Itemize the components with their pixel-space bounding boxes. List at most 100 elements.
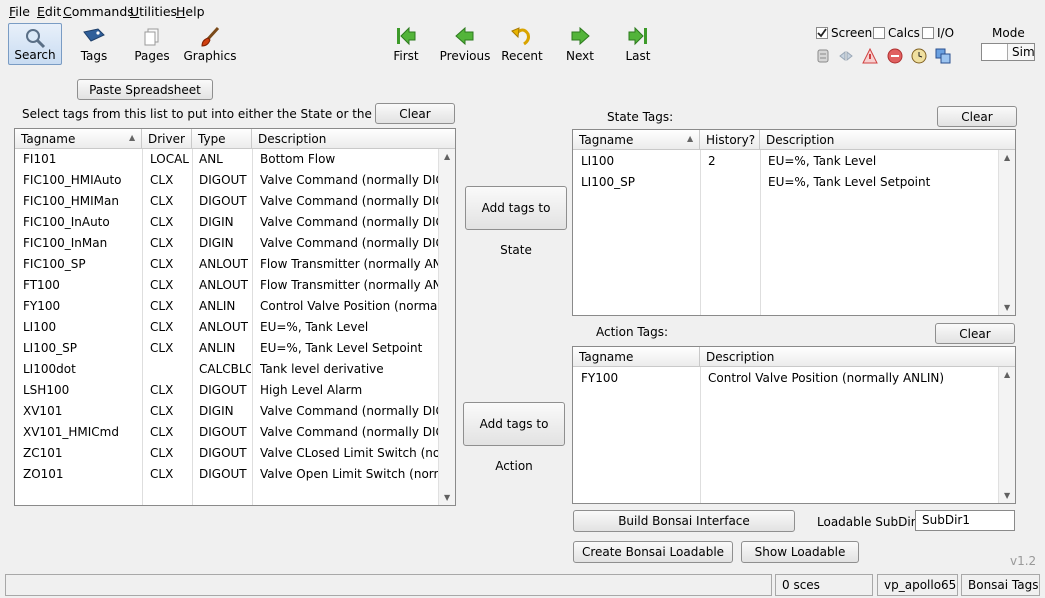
tag-list-cell[interactable]: ZO101 [23, 464, 141, 485]
tag-list-cell: DIGIN [199, 215, 234, 229]
first-button[interactable]: First [387, 23, 425, 65]
pages-icon [144, 28, 159, 46]
tag-list-cell: DIGOUT [199, 446, 247, 460]
tag-list-cell[interactable]: FIC100_HMIMan [23, 191, 141, 212]
tag-list-cell[interactable]: XV101 [23, 401, 141, 422]
state-scroll-up-icon[interactable]: ▲ [1004, 153, 1010, 162]
state-col-tagname[interactable]: Tagname [573, 130, 700, 150]
create-bonsai-loadable-button[interactable]: Create Bonsai Loadable [573, 541, 733, 563]
mode-toggle[interactable]: Sim [981, 43, 1035, 61]
tags-label: Tags [80, 49, 108, 63]
state-tag-cell: EU=%, Tank Level Setpoint [768, 175, 931, 189]
pages-button[interactable]: Pages [128, 23, 176, 65]
tag-list-cell[interactable]: FIC100_InAuto [23, 212, 141, 233]
tag-list-cell[interactable]: FT100 [23, 275, 141, 296]
tag-list-cell[interactable]: LSH100 [23, 380, 141, 401]
stop-icon [887, 48, 903, 64]
clear-action-button[interactable]: Clear [935, 323, 1015, 344]
tag-list-cell: CALCBLO [199, 362, 251, 376]
add-tags-to-state-button[interactable]: Add tags to State [465, 186, 567, 257]
tag-list-cell[interactable]: FY100 [23, 296, 141, 317]
tag-list-cell: ANLIN [199, 341, 236, 355]
tags-button[interactable]: Tags [70, 23, 118, 65]
state-sort-icon: ▲ [687, 134, 694, 143]
menu-edit[interactable]: Edit [37, 4, 61, 19]
left-arrow-icon [455, 26, 474, 46]
next-button[interactable]: Next [562, 23, 598, 65]
action-scroll-down-icon[interactable]: ▼ [1004, 491, 1010, 500]
state-scroll-down-icon[interactable]: ▼ [1004, 303, 1010, 312]
action-col-tagname[interactable]: Tagname [573, 347, 700, 367]
build-bonsai-interface-button[interactable]: Build Bonsai Interface [573, 510, 795, 532]
tag-list-scrollbar[interactable]: ▲ ▼ [438, 149, 455, 505]
scroll-down-icon[interactable]: ▼ [444, 493, 450, 502]
tag-list-cell: DIGOUT [199, 194, 247, 208]
action-tags-table[interactable]: Tagname Description FY100 Control Valve P… [572, 346, 1016, 504]
mode-label: Mode [992, 26, 1025, 40]
tag-list-cell[interactable]: LI100dot [23, 359, 141, 380]
calcs-option[interactable]: Calcs [873, 26, 920, 40]
screen-checkbox[interactable] [816, 27, 828, 39]
clear-tag-list-button[interactable]: Clear [375, 103, 455, 124]
state-tags-table[interactable]: Tagname ▲ History? Description LI100 2 EU=… [572, 129, 1016, 316]
tag-list-cell: CLX [150, 257, 174, 271]
tag-list-instruction: Select tags from this list to put into e… [22, 107, 414, 121]
col-description[interactable]: Description [252, 129, 437, 149]
tag-list-cell[interactable]: LI100_SP [23, 338, 141, 359]
menu-help[interactable]: Help [176, 4, 205, 19]
state-col-history[interactable]: History? [700, 130, 760, 150]
menu-file[interactable]: File [9, 4, 30, 19]
menu-bar: File Edit Commands Utilities Help [0, 0, 1045, 22]
recent-button[interactable]: Recent [500, 23, 544, 65]
action-scroll-up-icon[interactable]: ▲ [1004, 370, 1010, 379]
last-button[interactable]: Last [620, 23, 656, 65]
menu-commands[interactable]: Commands [63, 4, 134, 19]
state-tag-cell [708, 172, 758, 193]
right-arrow-icon [571, 26, 590, 46]
tag-icon [83, 28, 105, 42]
version-label: v1.2 [1010, 554, 1037, 568]
screen-option[interactable]: Screen [816, 26, 872, 40]
menu-utilities[interactable]: Utilities [130, 4, 177, 19]
graphics-button[interactable]: Graphics [182, 23, 238, 65]
io-option[interactable]: I/O [922, 26, 954, 40]
paste-spreadsheet-button[interactable]: Paste Spreadsheet [77, 79, 213, 100]
search-button[interactable]: Search [8, 23, 62, 65]
tag-list-cell: Valve Command (normally DIGIN [260, 425, 438, 439]
col-driver[interactable]: Driver [142, 129, 192, 149]
action-tag-cell[interactable]: FY100 [581, 368, 699, 389]
state-scrollbar[interactable]: ▲ ▼ [998, 150, 1015, 315]
loadable-subdir-input[interactable]: SubDir1 [915, 510, 1015, 531]
tag-list-cell[interactable]: LI100 [23, 317, 141, 338]
tag-list-cell [150, 359, 192, 380]
io-checkbox[interactable] [922, 27, 934, 39]
col-tagname[interactable]: Tagname [15, 129, 142, 149]
col-type[interactable]: Type [192, 129, 252, 149]
action-scrollbar[interactable]: ▲ ▼ [998, 367, 1015, 503]
tag-list-cell: CLX [150, 278, 174, 292]
state-col-description[interactable]: Description [760, 130, 995, 150]
tag-list-cell[interactable]: FI101 [23, 149, 141, 170]
scroll-up-icon[interactable]: ▲ [444, 152, 450, 161]
previous-button[interactable]: Previous [438, 23, 492, 65]
show-loadable-button[interactable]: Show Loadable [741, 541, 859, 563]
tag-list-cell[interactable]: XV101_HMICmd [23, 422, 141, 443]
state-tag-cell: EU=%, Tank Level [768, 154, 877, 168]
tag-list-cell: CLX [150, 404, 174, 418]
tag-list-cell: Valve Command (normally DIGIN [260, 194, 438, 208]
tag-list-cell: ANLOUT [199, 278, 249, 292]
loadable-subdir-label: Loadable SubDir: [817, 515, 920, 529]
clear-state-button[interactable]: Clear [937, 106, 1017, 127]
tag-list-cell[interactable]: FIC100_SP [23, 254, 141, 275]
add-tags-to-action-button[interactable]: Add tags to Action [463, 402, 565, 473]
tag-list-cell[interactable]: FIC100_HMIAuto [23, 170, 141, 191]
tag-list-cell[interactable]: FIC100_InMan [23, 233, 141, 254]
tag-list-table[interactable]: Tagname ▲ Driver Type Description FI101 L… [14, 128, 456, 506]
action-col-description[interactable]: Description [700, 347, 995, 367]
state-tag-cell[interactable]: LI100 [581, 151, 699, 172]
status-count: 0 sces [775, 574, 873, 596]
tag-list-cell[interactable]: ZC101 [23, 443, 141, 464]
state-tag-cell[interactable]: LI100_SP [581, 172, 699, 193]
calcs-checkbox[interactable] [873, 27, 885, 39]
tag-list-cell: Valve CLosed Limit Switch (norm [260, 446, 438, 460]
